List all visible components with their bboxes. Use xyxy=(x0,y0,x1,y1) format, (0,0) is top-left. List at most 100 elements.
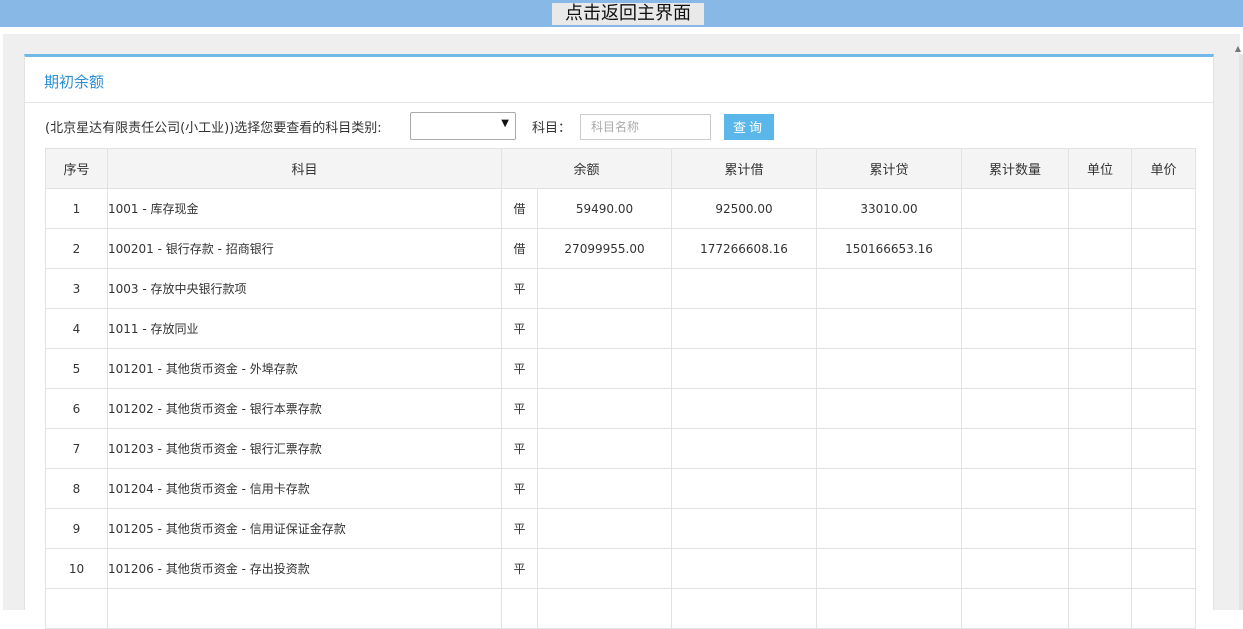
cell-subject xyxy=(107,588,502,629)
cell-index: 9 xyxy=(45,508,108,549)
cell-cum-debit: 92500.00 xyxy=(671,188,818,229)
cell-cum-credit xyxy=(816,548,963,589)
cell-balance: 59490.00 xyxy=(536,188,673,229)
cell-balance xyxy=(536,388,673,429)
cell-unit-price xyxy=(1131,548,1197,589)
col-header-balance: 余额 xyxy=(500,148,673,189)
cell-balance xyxy=(536,428,673,469)
cell-direction: 平 xyxy=(501,508,538,549)
cell-cum-debit xyxy=(671,268,818,309)
cell-cum-credit xyxy=(816,468,963,509)
cell-subject: 100201 - 银行存款 - 招商银行 xyxy=(107,228,502,269)
panel-title: 期初余额 xyxy=(44,73,105,91)
cell-unit-price xyxy=(1131,188,1197,229)
table-row[interactable]: 5 101201 - 其他货币资金 - 外埠存款平 xyxy=(45,348,1197,389)
table-row[interactable]: 9 101205 - 其他货币资金 - 信用证保证金存款平 xyxy=(45,508,1197,549)
table-row[interactable]: 1 1001 - 库存现金借 59490.00 92500.00 33010.00 xyxy=(45,188,1197,229)
cell-index: 10 xyxy=(45,548,108,589)
filter-row: (北京星达有限责任公司(小工业))选择您要查看的科目类别: ▼ 科目： 查询 xyxy=(45,112,1195,142)
category-select[interactable]: ▼ xyxy=(410,112,516,140)
cell-direction: 借 xyxy=(501,228,538,269)
opening-balance-table: 序号 科目 余额 累计借 累计贷 累计数量 单位 单价 1 1001 - 库存现金… xyxy=(45,148,1197,629)
cell-cum-qty xyxy=(961,428,1070,469)
col-header-cum-debit: 累计借 xyxy=(671,148,818,189)
table-row[interactable] xyxy=(45,588,1197,629)
scroll-up-arrow-icon[interactable]: ▲ xyxy=(1235,44,1241,53)
cell-unit-price xyxy=(1131,428,1197,469)
cell-direction: 平 xyxy=(501,468,538,509)
cell-cum-qty xyxy=(961,268,1070,309)
cell-unit-price xyxy=(1131,588,1197,629)
cell-cum-credit: 33010.00 xyxy=(816,188,963,229)
cell-unit-price xyxy=(1131,228,1197,269)
subject-label: 科目： xyxy=(532,121,572,136)
cell-direction: 平 xyxy=(501,308,538,349)
cell-subject: 1001 - 库存现金 xyxy=(107,188,502,229)
cell-cum-credit xyxy=(816,428,963,469)
cell-cum-debit xyxy=(671,428,818,469)
cell-index xyxy=(45,588,108,629)
cell-direction: 平 xyxy=(501,268,538,309)
cell-index: 8 xyxy=(45,468,108,509)
table-row[interactable]: 2 100201 - 银行存款 - 招商银行借 27099955.00 1772666… xyxy=(45,228,1197,269)
subject-name-input[interactable] xyxy=(580,114,711,140)
table-row[interactable]: 6 101202 - 其他货币资金 - 银行本票存款平 xyxy=(45,388,1197,429)
cell-index: 3 xyxy=(45,268,108,309)
query-button[interactable]: 查询 xyxy=(724,114,774,140)
cell-unit xyxy=(1068,548,1133,589)
cell-unit xyxy=(1068,188,1133,229)
cell-balance xyxy=(536,308,673,349)
cell-subject: 101204 - 其他货币资金 - 信用卡存款 xyxy=(107,468,502,509)
table-header-row: 序号 科目 余额 累计借 累计贷 累计数量 单位 单价 xyxy=(45,148,1197,189)
cell-direction xyxy=(501,588,538,629)
cell-cum-credit: 150166653.16 xyxy=(816,228,963,269)
col-header-index: 序号 xyxy=(45,148,108,189)
top-bar: 点击返回主界面 xyxy=(0,0,1243,27)
cell-unit xyxy=(1068,268,1133,309)
cell-balance: 27099955.00 xyxy=(536,228,673,269)
cell-cum-qty xyxy=(961,308,1070,349)
cell-cum-debit: 177266608.16 xyxy=(671,228,818,269)
cell-balance xyxy=(536,588,673,629)
cell-cum-qty xyxy=(961,388,1070,429)
cell-unit xyxy=(1068,228,1133,269)
table-row[interactable]: 8 101204 - 其他货币资金 - 信用卡存款平 xyxy=(45,468,1197,509)
vertical-scrollbar[interactable] xyxy=(1239,54,1243,610)
cell-unit xyxy=(1068,428,1133,469)
cell-direction: 平 xyxy=(501,348,538,389)
opening-balance-panel: 期初余额 (北京星达有限责任公司(小工业))选择您要查看的科目类别: ▼ 科目：… xyxy=(24,54,1214,629)
cell-subject: 101203 - 其他货币资金 - 银行汇票存款 xyxy=(107,428,502,469)
cell-balance xyxy=(536,548,673,589)
category-prompt: (北京星达有限责任公司(小工业))选择您要查看的科目类别: xyxy=(45,121,382,136)
cell-balance xyxy=(536,508,673,549)
cell-balance xyxy=(536,268,673,309)
cell-cum-debit xyxy=(671,308,818,349)
panel-divider xyxy=(25,102,1213,103)
col-header-unit-price: 单价 xyxy=(1131,148,1197,189)
cell-unit-price xyxy=(1131,348,1197,389)
cell-direction: 平 xyxy=(501,388,538,429)
cell-subject: 1011 - 存放同业 xyxy=(107,308,502,349)
cell-cum-debit xyxy=(671,508,818,549)
cell-index: 7 xyxy=(45,428,108,469)
back-to-main-button[interactable]: 点击返回主界面 xyxy=(552,3,704,25)
cell-cum-credit xyxy=(816,268,963,309)
cell-subject: 101205 - 其他货币资金 - 信用证保证金存款 xyxy=(107,508,502,549)
table-row[interactable]: 3 1003 - 存放中央银行款项平 xyxy=(45,268,1197,309)
cell-cum-credit xyxy=(816,508,963,549)
table-row[interactable]: 4 1011 - 存放同业平 xyxy=(45,308,1197,349)
cell-subject: 101206 - 其他货币资金 - 存出投资款 xyxy=(107,548,502,589)
table-row[interactable]: 7 101203 - 其他货币资金 - 银行汇票存款平 xyxy=(45,428,1197,469)
cell-cum-qty xyxy=(961,508,1070,549)
cell-unit xyxy=(1068,468,1133,509)
cell-cum-qty xyxy=(961,348,1070,389)
cell-unit-price xyxy=(1131,468,1197,509)
table-row[interactable]: 10 101206 - 其他货币资金 - 存出投资款平 xyxy=(45,548,1197,589)
col-header-subject: 科目 xyxy=(107,148,502,189)
cell-cum-qty xyxy=(961,548,1070,589)
cell-cum-credit xyxy=(816,348,963,389)
cell-cum-qty xyxy=(961,228,1070,269)
cell-cum-credit xyxy=(816,308,963,349)
cell-direction: 平 xyxy=(501,428,538,469)
cell-subject: 1003 - 存放中央银行款项 xyxy=(107,268,502,309)
